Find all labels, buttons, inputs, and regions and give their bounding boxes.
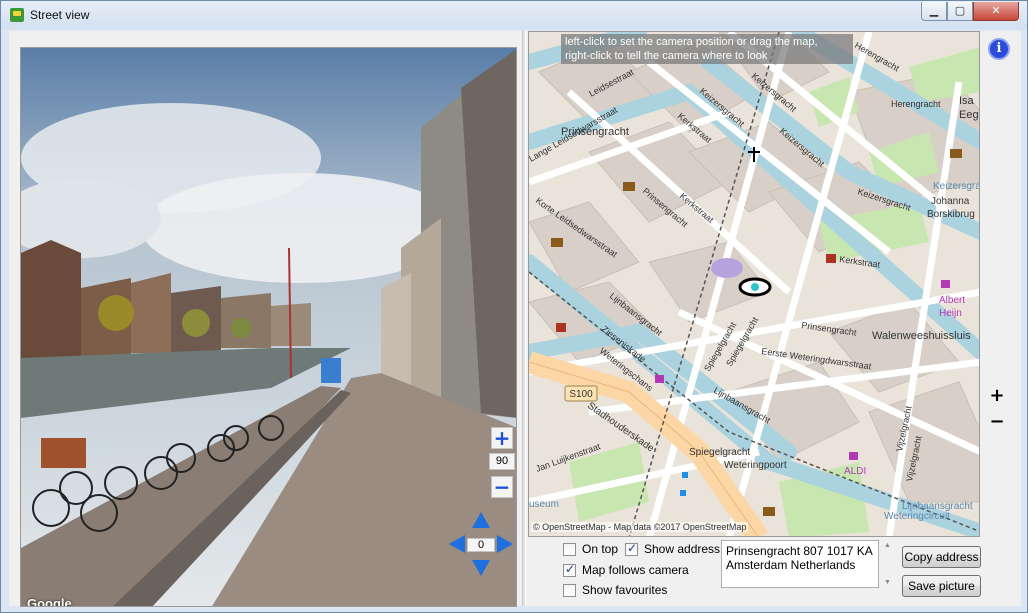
map-credit: © OpenStreetMap - Map data ©2017 OpenStr… [531, 522, 749, 532]
minimize-button[interactable]: ▁ [921, 2, 947, 21]
label-aldi: ALDI [844, 466, 866, 477]
street-view-panel[interactable]: + 90 − 0 Google [20, 47, 517, 607]
show-favourites-label: Show favourites [582, 583, 668, 597]
pan-up-arrow-icon[interactable] [472, 512, 490, 528]
scroll-down-icon[interactable]: ▼ [884, 579, 891, 586]
label-heijn: Heijn [939, 308, 962, 319]
show-address-checkbox[interactable]: Show address [625, 541, 721, 556]
street-view-image [21, 48, 516, 606]
copy-address-button[interactable]: Copy address [902, 546, 981, 568]
label-eeghe: Eeghe [959, 109, 980, 121]
client-area: + 90 − 0 Google S100 Prinsengracht Leids… [9, 31, 1021, 607]
pan-down-arrow-icon[interactable] [472, 560, 490, 576]
panel-splitter[interactable] [522, 31, 526, 606]
sv-zoom-in-button[interactable]: + [491, 427, 513, 449]
map-zoom-out-button[interactable]: − [989, 413, 1005, 431]
address-textbox[interactable]: Prinsengracht 807 1017 KA Amsterdam Neth… [721, 540, 879, 588]
label-isa: Isa [959, 95, 975, 107]
on-top-label: On top [582, 542, 619, 556]
close-button[interactable]: ✕ [973, 2, 1019, 21]
pan-right-arrow-icon[interactable] [497, 535, 513, 553]
show-address-box[interactable] [625, 541, 638, 556]
map-follows-camera-label: Map follows camera [582, 563, 689, 577]
info-icon[interactable]: i [988, 38, 1010, 60]
map-follows-camera-box[interactable] [563, 562, 576, 577]
road-shield-s100: S100 [569, 389, 593, 400]
address-scrollbar[interactable]: ▲ ▼ [881, 540, 895, 588]
app-icon [10, 8, 24, 22]
sv-zoom-out-button[interactable]: − [491, 476, 513, 498]
label-johanna: Johanna [931, 196, 970, 207]
show-favourites-checkbox[interactable]: Show favourites [563, 583, 667, 597]
label-spiegelgracht-3: Spiegelgracht [689, 447, 750, 458]
label-borskibrug: Borskibrug [927, 209, 975, 220]
label-museum: useum [529, 499, 559, 510]
label-weteringpoort: Weteringpoort [724, 460, 787, 471]
main-window: Street view ▁ ▢ ✕ + 90 − 0 Google S100 P… [0, 0, 1028, 613]
map-zoom-in-button[interactable]: + [989, 387, 1005, 405]
title-bar[interactable]: Street view ▁ ▢ ✕ [1, 1, 1027, 29]
google-logo: Google [27, 596, 72, 607]
show-address-label: Show address [644, 542, 721, 556]
label-albert: Albert [939, 295, 965, 306]
label-weteringcircuit: Weteringcircuit [884, 511, 950, 522]
label-herengracht-2: Herengracht [891, 99, 941, 109]
save-picture-button[interactable]: Save picture [902, 575, 981, 597]
pan-left-arrow-icon[interactable] [449, 535, 465, 553]
label-keizersgracht-5: Keizersgracht [933, 181, 980, 192]
map-image: S100 Prinsengracht Leidsestraat Kerkstra… [529, 32, 980, 536]
sv-pan-control: 0 [447, 510, 515, 578]
sv-zoom-level: 90 [489, 453, 515, 470]
map-hint-line-2: right-click to tell the camera where to … [565, 50, 768, 62]
on-top-checkbox[interactable]: On top [563, 542, 618, 556]
maximize-button[interactable]: ▢ [947, 2, 973, 21]
on-top-box[interactable] [563, 542, 576, 556]
show-favourites-box[interactable] [563, 583, 576, 597]
map-panel[interactable]: S100 Prinsengracht Leidsestraat Kerkstra… [528, 31, 980, 537]
window-title: Street view [30, 8, 90, 22]
map-hint-line-1: left-click to set the camera position or… [565, 36, 818, 48]
scroll-up-icon[interactable]: ▲ [884, 542, 891, 549]
map-follows-camera-checkbox[interactable]: Map follows camera [563, 562, 689, 577]
sv-heading-value: 0 [467, 538, 495, 552]
label-walenweeshuissluis: Walenweeshuissluis [872, 330, 971, 342]
map-hint: left-click to set the camera position or… [561, 34, 853, 64]
